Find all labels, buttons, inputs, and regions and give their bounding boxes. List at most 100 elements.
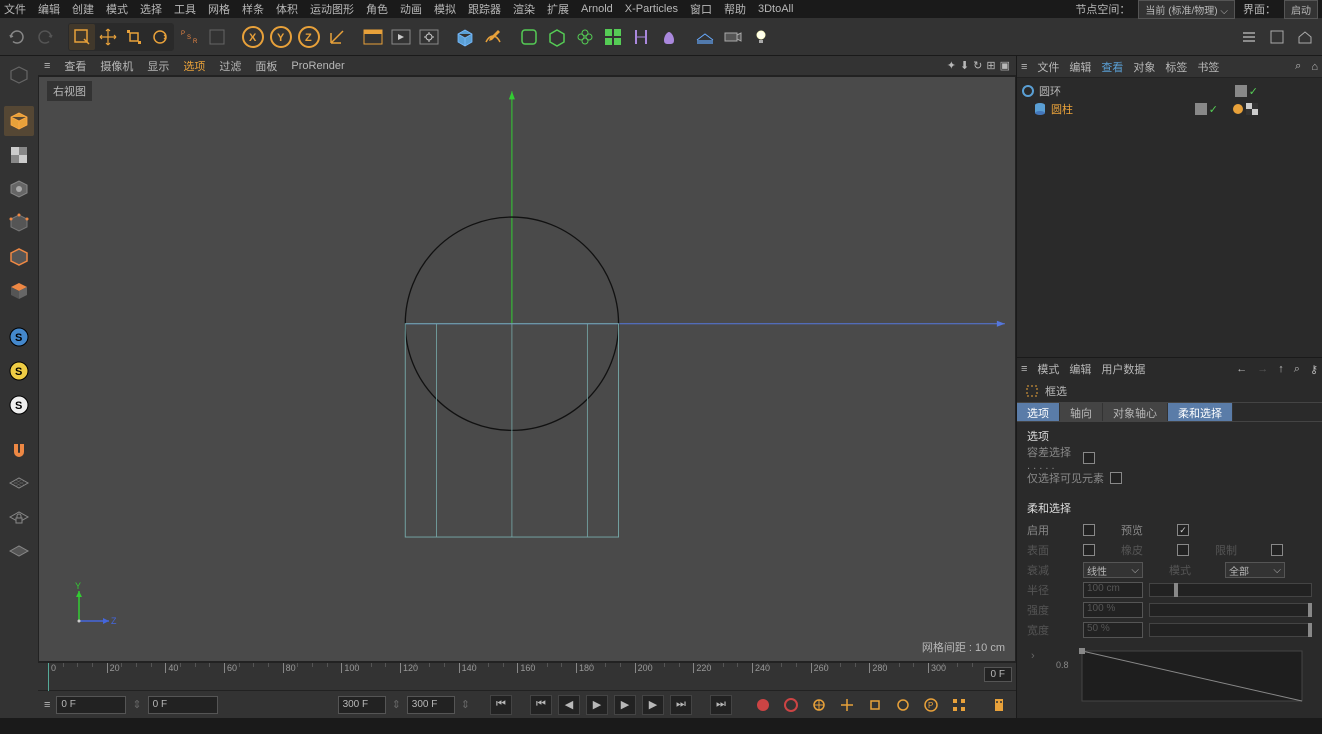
- play-back-icon[interactable]: ▶: [586, 695, 608, 715]
- goto-start-icon[interactable]: ⏮: [490, 695, 512, 715]
- pen-spline-icon[interactable]: [480, 24, 506, 50]
- attr-back-icon[interactable]: ←: [1236, 363, 1247, 375]
- vp-menu-view[interactable]: 查看: [64, 58, 86, 74]
- vp-menu-panel[interactable]: 面板: [255, 58, 277, 74]
- rot-key-icon[interactable]: [892, 695, 914, 715]
- attr-tab-mode[interactable]: 模式: [1037, 361, 1059, 377]
- frame-spin-icon[interactable]: ⇕: [132, 698, 141, 711]
- workplane-icon[interactable]: [4, 174, 34, 204]
- cube-primitive-icon[interactable]: [452, 24, 478, 50]
- param-key-icon[interactable]: P: [920, 695, 942, 715]
- deformer-icon[interactable]: [572, 24, 598, 50]
- menu-tracker[interactable]: 跟踪器: [468, 1, 501, 17]
- prev-frame-icon[interactable]: ◀: [558, 695, 580, 715]
- menu-window[interactable]: 窗口: [690, 1, 712, 17]
- coord-system-icon[interactable]: [324, 24, 350, 50]
- generator-subd-icon[interactable]: [516, 24, 542, 50]
- menu-xparticles[interactable]: X-Particles: [625, 3, 678, 15]
- floor-icon[interactable]: [692, 24, 718, 50]
- obj-tab-tags[interactable]: 标签: [1165, 59, 1187, 75]
- frame-end-input[interactable]: 300 F: [338, 696, 386, 714]
- goto-prev-key-icon[interactable]: ⏮: [530, 695, 552, 715]
- obj-tab-objects[interactable]: 对象: [1133, 59, 1155, 75]
- attr-up-icon[interactable]: ↑: [1278, 363, 1284, 375]
- vp-nav-icon[interactable]: ✦: [947, 59, 956, 72]
- magnet-icon[interactable]: [4, 436, 34, 466]
- node-space-dropdown[interactable]: 当前 (标准/物理) ⌵: [1138, 0, 1235, 19]
- attr-hamburger-icon[interactable]: ≡: [1021, 363, 1027, 375]
- axis-x-icon[interactable]: X: [240, 24, 266, 50]
- psr-icon[interactable]: PSR: [176, 24, 202, 50]
- obj-home-icon[interactable]: ⌂: [1311, 61, 1318, 73]
- obj-tab-view[interactable]: 查看: [1101, 59, 1123, 75]
- polygon-mode-icon[interactable]: [4, 276, 34, 306]
- vp-menu-camera[interactable]: 摄像机: [100, 58, 133, 74]
- attr-fwd-icon[interactable]: →: [1257, 363, 1268, 375]
- frame-spin2-icon[interactable]: ⇕: [392, 698, 401, 711]
- viewport[interactable]: 右视图 Y: [38, 76, 1016, 662]
- axis-y-icon[interactable]: Y: [268, 24, 294, 50]
- subtab-options[interactable]: 选项: [1017, 403, 1060, 421]
- next-frame-icon[interactable]: ▶: [642, 695, 664, 715]
- enable-checkbox[interactable]: [1083, 524, 1095, 536]
- attr-tab-edit[interactable]: 编辑: [1069, 361, 1091, 377]
- menu-3dtoall[interactable]: 3DtoAll: [758, 3, 793, 15]
- make-editable-icon[interactable]: [4, 60, 34, 90]
- menu-help[interactable]: 帮助: [724, 1, 746, 17]
- subtab-softsel[interactable]: 柔和选择: [1168, 403, 1233, 421]
- generator-extrude-icon[interactable]: [544, 24, 570, 50]
- frame-start-input[interactable]: 0 F: [148, 696, 218, 714]
- menu-render[interactable]: 渲染: [513, 1, 535, 17]
- point-mode-icon[interactable]: [4, 208, 34, 238]
- axis-mode-icon[interactable]: S: [4, 322, 34, 352]
- menu-edit[interactable]: 编辑: [38, 1, 60, 17]
- menu-spline[interactable]: 样条: [242, 1, 264, 17]
- object-row-torus[interactable]: 圆环 ✓: [1021, 82, 1318, 100]
- scale-icon[interactable]: [121, 24, 147, 50]
- menu-mode[interactable]: 模式: [106, 1, 128, 17]
- workplane-planar-icon[interactable]: [4, 538, 34, 568]
- playhead[interactable]: [48, 663, 49, 691]
- attr-lock-icon[interactable]: ⚷: [1310, 363, 1318, 376]
- pos-key-icon[interactable]: [836, 695, 858, 715]
- preview-checkbox[interactable]: [1177, 524, 1189, 536]
- layout-home-icon[interactable]: [1292, 24, 1318, 50]
- menu-mesh[interactable]: 网格: [208, 1, 230, 17]
- frame-range-input[interactable]: 300 F: [407, 696, 455, 714]
- vp-layout-icon[interactable]: ⊞: [986, 59, 995, 72]
- menu-volume[interactable]: 体积: [276, 1, 298, 17]
- record-key-icon[interactable]: [752, 695, 774, 715]
- frame-spin3-icon[interactable]: ⇕: [461, 698, 470, 711]
- workplane-lock-icon[interactable]: [4, 504, 34, 534]
- menu-character[interactable]: 角色: [366, 1, 388, 17]
- move-icon[interactable]: [95, 24, 121, 50]
- render-view-icon[interactable]: [360, 24, 386, 50]
- render-pv-icon[interactable]: [388, 24, 414, 50]
- subtab-objaxis[interactable]: 对象轴心: [1103, 403, 1168, 421]
- obj-hamburger-icon[interactable]: ≡: [1021, 61, 1027, 73]
- snap-s2-icon[interactable]: S: [4, 390, 34, 420]
- obj-tab-file[interactable]: 文件: [1037, 59, 1059, 75]
- obj-tab-bookmarks[interactable]: 书签: [1197, 59, 1219, 75]
- model-mode-icon[interactable]: [4, 106, 34, 136]
- pla-key-icon[interactable]: [948, 695, 970, 715]
- menu-arnold[interactable]: Arnold: [581, 3, 613, 15]
- enable-tag-icon[interactable]: ✓: [1249, 85, 1258, 98]
- light-icon[interactable]: [748, 24, 774, 50]
- object-row-cylinder[interactable]: 圆柱 ✓: [1021, 100, 1318, 118]
- menu-create[interactable]: 创建: [72, 1, 94, 17]
- instance-icon[interactable]: [600, 24, 626, 50]
- texture-mode-icon[interactable]: [4, 140, 34, 170]
- vp-menu-options[interactable]: 选项: [183, 58, 205, 74]
- visible-only-checkbox[interactable]: [1110, 472, 1122, 484]
- vp-menu-filter[interactable]: 过滤: [219, 58, 241, 74]
- visibility-tag-icon[interactable]: [1195, 103, 1207, 116]
- vp-max-icon[interactable]: ▣: [1000, 59, 1010, 72]
- workplane-grid-icon[interactable]: [4, 470, 34, 500]
- axis-z-icon[interactable]: Z: [296, 24, 322, 50]
- subtab-axis[interactable]: 轴向: [1060, 403, 1103, 421]
- layout-new-icon[interactable]: [1264, 24, 1290, 50]
- field-icon[interactable]: [628, 24, 654, 50]
- goto-next-key-icon[interactable]: ⏭: [670, 695, 692, 715]
- interface-dropdown[interactable]: 启动: [1284, 0, 1318, 19]
